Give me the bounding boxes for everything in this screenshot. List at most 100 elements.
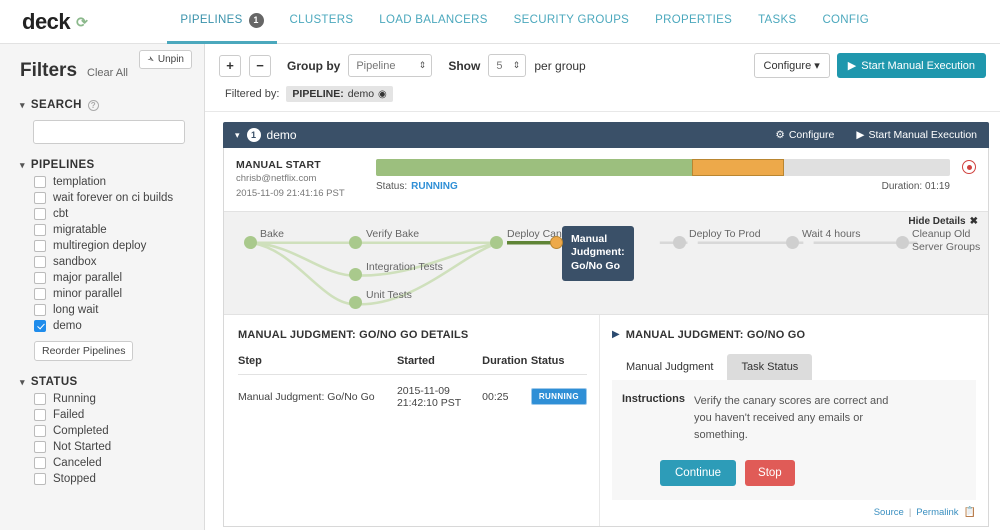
stage-node-manual-judgment[interactable] (550, 235, 563, 249)
checkbox[interactable] (34, 441, 46, 453)
stage-label-wait-4-hours: Wait 4 hours (802, 227, 861, 240)
pipeline-filter-templation[interactable]: templation (0, 174, 204, 190)
help-icon[interactable]: ? (87, 99, 99, 111)
configure-button[interactable]: Configure ▾ (753, 53, 830, 78)
list-item-label: templation (53, 176, 107, 188)
unpin-button[interactable]: ➣ Unpin (139, 50, 192, 69)
status-filter-running[interactable]: Running (0, 391, 204, 407)
status-filter-stopped[interactable]: Stopped (0, 471, 204, 487)
search-group-header[interactable]: ▾ SEARCH ? (0, 96, 204, 114)
list-item-label: long wait (53, 304, 99, 316)
pipeline-filter-multiregion-deploy[interactable]: multiregion deploy (0, 238, 204, 254)
list-item-label: cbt (53, 208, 69, 220)
tab-manual-judgment[interactable]: Manual Judgment (612, 353, 728, 380)
pipeline-filter-sandbox[interactable]: sandbox (0, 254, 204, 270)
active-filter-key: PIPELINE: (292, 88, 344, 100)
checkbox[interactable] (34, 473, 46, 485)
stage-box-manual-judgment[interactable]: Manual Judgment: Go/No Go (562, 225, 634, 281)
execution-configure-link[interactable]: ⚙ Configure (775, 129, 834, 141)
start-manual-execution-button[interactable]: ▶ Start Manual Execution (836, 53, 986, 78)
checkbox[interactable] (34, 256, 46, 268)
list-item-label: minor parallel (53, 288, 123, 300)
brand-logo[interactable]: deck ⟳ (22, 9, 88, 35)
nav-tab-clusters-label: CLUSTERS (289, 14, 354, 26)
manual-judgment-header[interactable]: ▶ MANUAL JUDGMENT: GO/NO GO (612, 329, 976, 341)
continue-button[interactable]: Continue (660, 459, 737, 486)
stage-node-bake[interactable] (244, 235, 257, 249)
checkbox[interactable] (34, 272, 46, 284)
active-filter-pill[interactable]: PIPELINE: demo ◉ (286, 86, 393, 102)
nav-tab-config[interactable]: CONFIG (809, 0, 882, 44)
clear-all-link[interactable]: Clear All (87, 67, 128, 79)
pipeline-filter-wait-forever-on-ci-builds[interactable]: wait forever on ci builds (0, 190, 204, 206)
pipeline-filter-migratable[interactable]: migratable (0, 222, 204, 238)
stage-node-verify-bake[interactable] (349, 235, 362, 249)
stage-node-deploy-canary[interactable] (490, 235, 503, 249)
execution-status-value: RUNNING (411, 181, 458, 192)
status-group-header[interactable]: ▾ STATUS (0, 373, 204, 391)
stage-node-unit-tests[interactable] (349, 295, 362, 309)
execution-progress-meta: Status: RUNNING Duration: 01:19 (376, 181, 950, 192)
tab-task-status[interactable]: Task Status (727, 353, 813, 380)
group-by-select[interactable]: Pipeline ⇕ (348, 54, 433, 77)
checkbox[interactable] (34, 457, 46, 469)
progress-segment-remaining (784, 159, 950, 176)
nav-tab-load-balancers[interactable]: LOAD BALANCERS (366, 0, 500, 44)
execution-start-manual-link[interactable]: ▶ Start Manual Execution (856, 129, 977, 141)
main-nav-tabs: PIPELINES 1 CLUSTERS LOAD BALANCERS SECU… (167, 0, 882, 44)
checkbox[interactable] (34, 393, 46, 405)
checkbox[interactable] (34, 288, 46, 300)
checkbox[interactable] (34, 192, 46, 204)
checkbox[interactable] (34, 320, 46, 332)
remove-filter-icon[interactable]: ◉ (378, 89, 387, 100)
chevron-down-icon[interactable]: ▾ (235, 130, 240, 141)
nav-tab-load-balancers-label: LOAD BALANCERS (379, 14, 488, 26)
expand-all-button[interactable]: + (219, 54, 241, 77)
reorder-pipelines-button[interactable]: Reorder Pipelines (34, 341, 134, 361)
status-filter-failed[interactable]: Failed (0, 407, 204, 423)
manual-judgment-title: MANUAL JUDGMENT: GO/NO GO (625, 328, 806, 341)
pipeline-filter-demo[interactable]: demo (0, 318, 204, 334)
nav-tab-security-groups[interactable]: SECURITY GROUPS (501, 0, 642, 44)
nav-tab-tasks[interactable]: TASKS (745, 0, 809, 44)
nav-tab-pipelines[interactable]: PIPELINES 1 (167, 0, 277, 44)
source-link[interactable]: Source (874, 507, 904, 518)
search-input[interactable] (34, 121, 184, 143)
stage-node-cleanup-old-server-groups[interactable] (896, 235, 909, 249)
list-item-label: demo (53, 320, 82, 332)
instructions-text: Verify the canary scores are correct and… (693, 394, 889, 441)
pipelines-group-header[interactable]: ▾ PIPELINES (0, 156, 204, 174)
stage-node-deploy-to-prod[interactable] (673, 235, 686, 249)
hide-details-button[interactable]: Hide Details ✖ (908, 216, 978, 227)
pipeline-filter-cbt[interactable]: cbt (0, 206, 204, 222)
checkbox[interactable] (34, 409, 46, 421)
pipeline-filter-minor-parallel[interactable]: minor parallel (0, 286, 204, 302)
cancel-execution-icon[interactable] (962, 160, 976, 174)
show-count-value: 5 (496, 59, 503, 72)
pipeline-filter-major-parallel[interactable]: major parallel (0, 270, 204, 286)
collapse-all-button[interactable]: − (249, 54, 271, 77)
checkbox[interactable] (34, 240, 46, 252)
pipeline-filter-long-wait[interactable]: long wait (0, 302, 204, 318)
checkbox[interactable] (34, 425, 46, 437)
checkbox[interactable] (34, 224, 46, 236)
nav-tab-clusters[interactable]: CLUSTERS (277, 0, 367, 44)
execution-duration: Duration: 01:19 (881, 181, 950, 192)
stop-button[interactable]: Stop (745, 459, 795, 486)
checkbox[interactable] (34, 304, 46, 316)
play-icon: ▶ (847, 60, 857, 72)
checkbox[interactable] (34, 176, 46, 188)
refresh-icon[interactable]: ⟳ (76, 15, 88, 29)
status-filter-not-started[interactable]: Not Started (0, 439, 204, 455)
clipboard-icon[interactable]: 📋 (964, 507, 976, 518)
execution-trigger-title: MANUAL START (236, 159, 321, 171)
show-count-select[interactable]: 5 ⇕ (488, 54, 527, 77)
checkbox[interactable] (34, 208, 46, 220)
list-item-label: sandbox (53, 256, 97, 268)
nav-tab-properties[interactable]: PROPERTIES (642, 0, 745, 44)
status-filter-completed[interactable]: Completed (0, 423, 204, 439)
permalink-link[interactable]: Permalink (916, 507, 958, 518)
stage-node-wait-4-hours[interactable] (786, 235, 799, 249)
status-filter-canceled[interactable]: Canceled (0, 455, 204, 471)
stage-node-integration-tests[interactable] (349, 267, 362, 281)
